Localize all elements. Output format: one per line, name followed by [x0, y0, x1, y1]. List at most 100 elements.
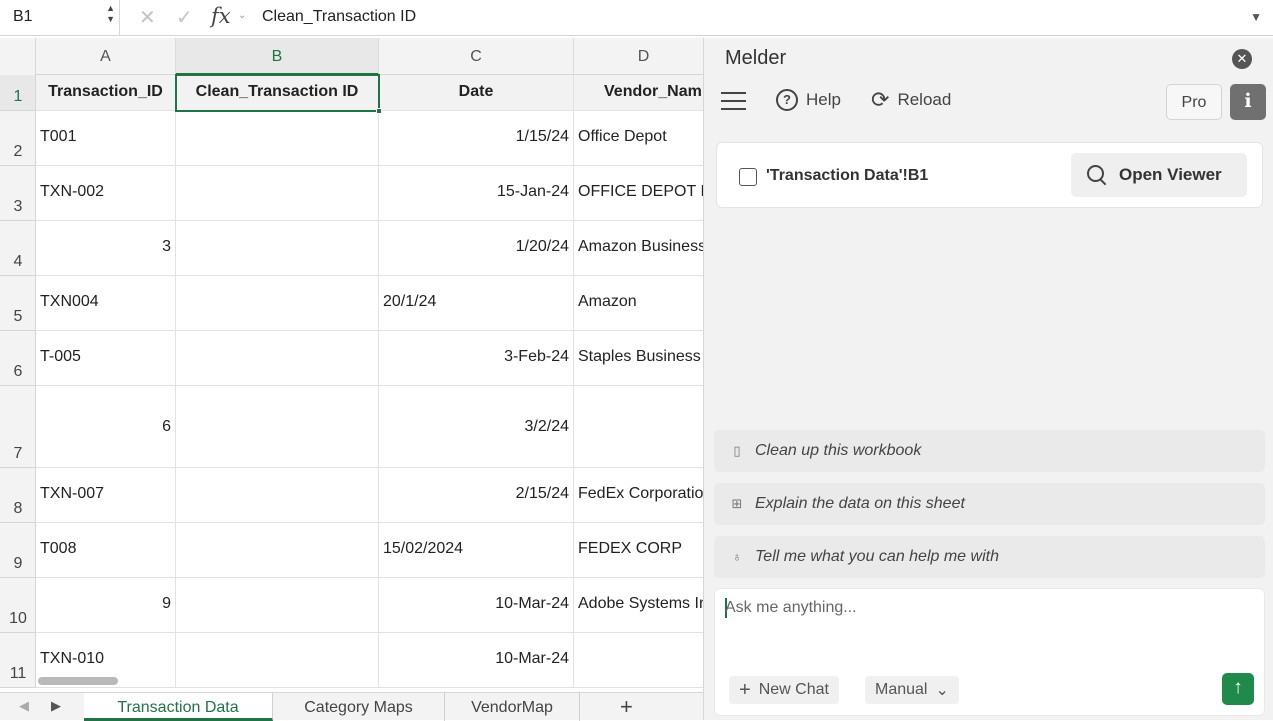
- suggestion-explain-data[interactable]: ⊞ Explain the data on this sheet: [714, 483, 1265, 525]
- cell-c11[interactable]: 10-Mar-24: [379, 633, 574, 688]
- cell-d7[interactable]: [574, 386, 703, 468]
- row-header-6[interactable]: 6: [0, 331, 36, 386]
- cell-d2[interactable]: Office Depot: [574, 111, 703, 166]
- suggestion-label: Tell me what you can help me with: [755, 548, 999, 565]
- suggestion-what-can-help[interactable]: ♁ Tell me what you can help me with: [714, 536, 1265, 578]
- cell-d1[interactable]: Vendor_Nam: [574, 75, 703, 111]
- cell-c1[interactable]: Date: [379, 75, 574, 111]
- name-box-value: B1: [13, 8, 33, 25]
- row-header-4[interactable]: 4: [0, 221, 36, 276]
- cell-c6[interactable]: 3-Feb-24: [379, 331, 574, 386]
- mode-select[interactable]: Manual ⌄: [865, 676, 959, 704]
- select-all-corner[interactable]: [0, 38, 36, 75]
- send-button[interactable]: ↑: [1222, 673, 1254, 705]
- open-viewer-button[interactable]: Open Viewer: [1071, 153, 1247, 197]
- help-button[interactable]: ? Help: [776, 89, 841, 111]
- cell-d6[interactable]: Staples Business: [574, 331, 703, 386]
- cell-c7[interactable]: 3/2/24: [379, 386, 574, 468]
- column-header-b[interactable]: B: [176, 38, 379, 75]
- row-header-2[interactable]: 2: [0, 111, 36, 166]
- cell-b8[interactable]: [176, 468, 379, 523]
- confirm-icon[interactable]: ✓: [176, 5, 193, 30]
- table-icon: ⊞: [731, 496, 743, 511]
- row-header-3[interactable]: 3: [0, 166, 36, 221]
- cell-b9[interactable]: [176, 523, 379, 578]
- cell-a4[interactable]: 3: [36, 221, 176, 276]
- cell-a9[interactable]: T008: [36, 523, 176, 578]
- spreadsheet-grid[interactable]: A B C D 1 Transaction_ID Clean_Transacti…: [0, 38, 703, 688]
- cancel-icon[interactable]: ✕: [139, 5, 156, 30]
- open-viewer-label: Open Viewer: [1119, 165, 1222, 184]
- row-header-7[interactable]: 7: [0, 386, 36, 468]
- tab-category-maps[interactable]: Category Maps: [273, 693, 445, 721]
- cell-d8[interactable]: FedEx Corporation: [574, 468, 703, 523]
- cell-d5[interactable]: Amazon: [574, 276, 703, 331]
- tab-vendormap[interactable]: VendorMap: [445, 693, 580, 721]
- cell-a1[interactable]: Transaction_ID: [36, 75, 176, 111]
- cell-b1[interactable]: Clean_Transaction ID: [176, 75, 379, 111]
- cell-a2[interactable]: T001: [36, 111, 176, 166]
- function-dropdown-icon[interactable]: ⌄: [238, 10, 246, 21]
- cell-a10[interactable]: 9: [36, 578, 176, 633]
- cell-a3[interactable]: TXN-002: [36, 166, 176, 221]
- horizontal-scrollbar[interactable]: [38, 677, 118, 685]
- cell-b5[interactable]: [176, 276, 379, 331]
- cell-d9[interactable]: FEDEX CORP: [574, 523, 703, 578]
- row-header-5[interactable]: 5: [0, 276, 36, 331]
- row-header-1[interactable]: 1: [0, 75, 36, 111]
- info-button[interactable]: i: [1230, 84, 1266, 120]
- cell-a5[interactable]: TXN004: [36, 276, 176, 331]
- cell-b2[interactable]: [176, 111, 379, 166]
- context-card: 'Transaction Data'!B1 Open Viewer: [716, 142, 1263, 208]
- formula-input[interactable]: Clean_Transaction ID: [262, 8, 416, 26]
- new-chat-label: New Chat: [758, 681, 829, 698]
- row-header-8[interactable]: 8: [0, 468, 36, 523]
- add-sheet-icon[interactable]: +: [620, 694, 633, 720]
- cell-a8[interactable]: TXN-007: [36, 468, 176, 523]
- name-box-spinner-icon[interactable]: ▲ ▼: [106, 3, 115, 25]
- reload-icon: ⟳: [871, 87, 890, 112]
- pro-button[interactable]: Pro: [1166, 84, 1222, 120]
- cell-c9[interactable]: 15/02/2024: [379, 523, 574, 578]
- row-header-11[interactable]: 11: [0, 633, 36, 688]
- reload-button[interactable]: ⟳ Reload: [871, 89, 951, 111]
- cell-c5[interactable]: 20/1/24: [379, 276, 574, 331]
- cell-b6[interactable]: [176, 331, 379, 386]
- cell-c8[interactable]: 2/15/24: [379, 468, 574, 523]
- cell-b4[interactable]: [176, 221, 379, 276]
- cell-d11[interactable]: [574, 633, 703, 688]
- cell-c3[interactable]: 15-Jan-24: [379, 166, 574, 221]
- column-header-c[interactable]: C: [379, 38, 574, 75]
- tab-transaction-data[interactable]: Transaction Data: [84, 693, 273, 721]
- cell-d3[interactable]: OFFICE DEPOT IN: [574, 166, 703, 221]
- cell-a7[interactable]: 6: [36, 386, 176, 468]
- cell-d4[interactable]: Amazon Business: [574, 221, 703, 276]
- chat-input[interactable]: [725, 599, 1245, 617]
- cell-b11[interactable]: [176, 633, 379, 688]
- cell-b10[interactable]: [176, 578, 379, 633]
- suggestion-label: Clean up this workbook: [755, 442, 922, 459]
- name-box[interactable]: B1 ▲ ▼: [0, 0, 120, 35]
- column-header-row: A B C D: [0, 38, 703, 75]
- close-icon[interactable]: ✕: [1232, 49, 1252, 69]
- row-header-10[interactable]: 10: [0, 578, 36, 633]
- panel-title: Melder: [725, 47, 787, 69]
- context-checkbox[interactable]: [739, 168, 757, 186]
- column-header-d[interactable]: D: [574, 38, 703, 75]
- next-sheet-icon[interactable]: ▶: [51, 698, 61, 714]
- new-chat-button[interactable]: + New Chat: [729, 676, 839, 704]
- cell-b3[interactable]: [176, 166, 379, 221]
- cell-c4[interactable]: 1/20/24: [379, 221, 574, 276]
- menu-icon[interactable]: [721, 92, 746, 110]
- cell-b7[interactable]: [176, 386, 379, 468]
- prev-sheet-icon[interactable]: ◀: [19, 698, 29, 714]
- cell-c10[interactable]: 10-Mar-24: [379, 578, 574, 633]
- expand-formula-bar-icon[interactable]: ▼: [1250, 10, 1262, 24]
- cell-c2[interactable]: 1/15/24: [379, 111, 574, 166]
- insert-function-icon[interactable]: fx: [211, 4, 231, 28]
- suggestion-clean-workbook[interactable]: ▯ Clean up this workbook: [714, 430, 1265, 472]
- column-header-a[interactable]: A: [36, 38, 176, 75]
- row-header-9[interactable]: 9: [0, 523, 36, 578]
- cell-a6[interactable]: T-005: [36, 331, 176, 386]
- cell-d10[interactable]: Adobe Systems Inc: [574, 578, 703, 633]
